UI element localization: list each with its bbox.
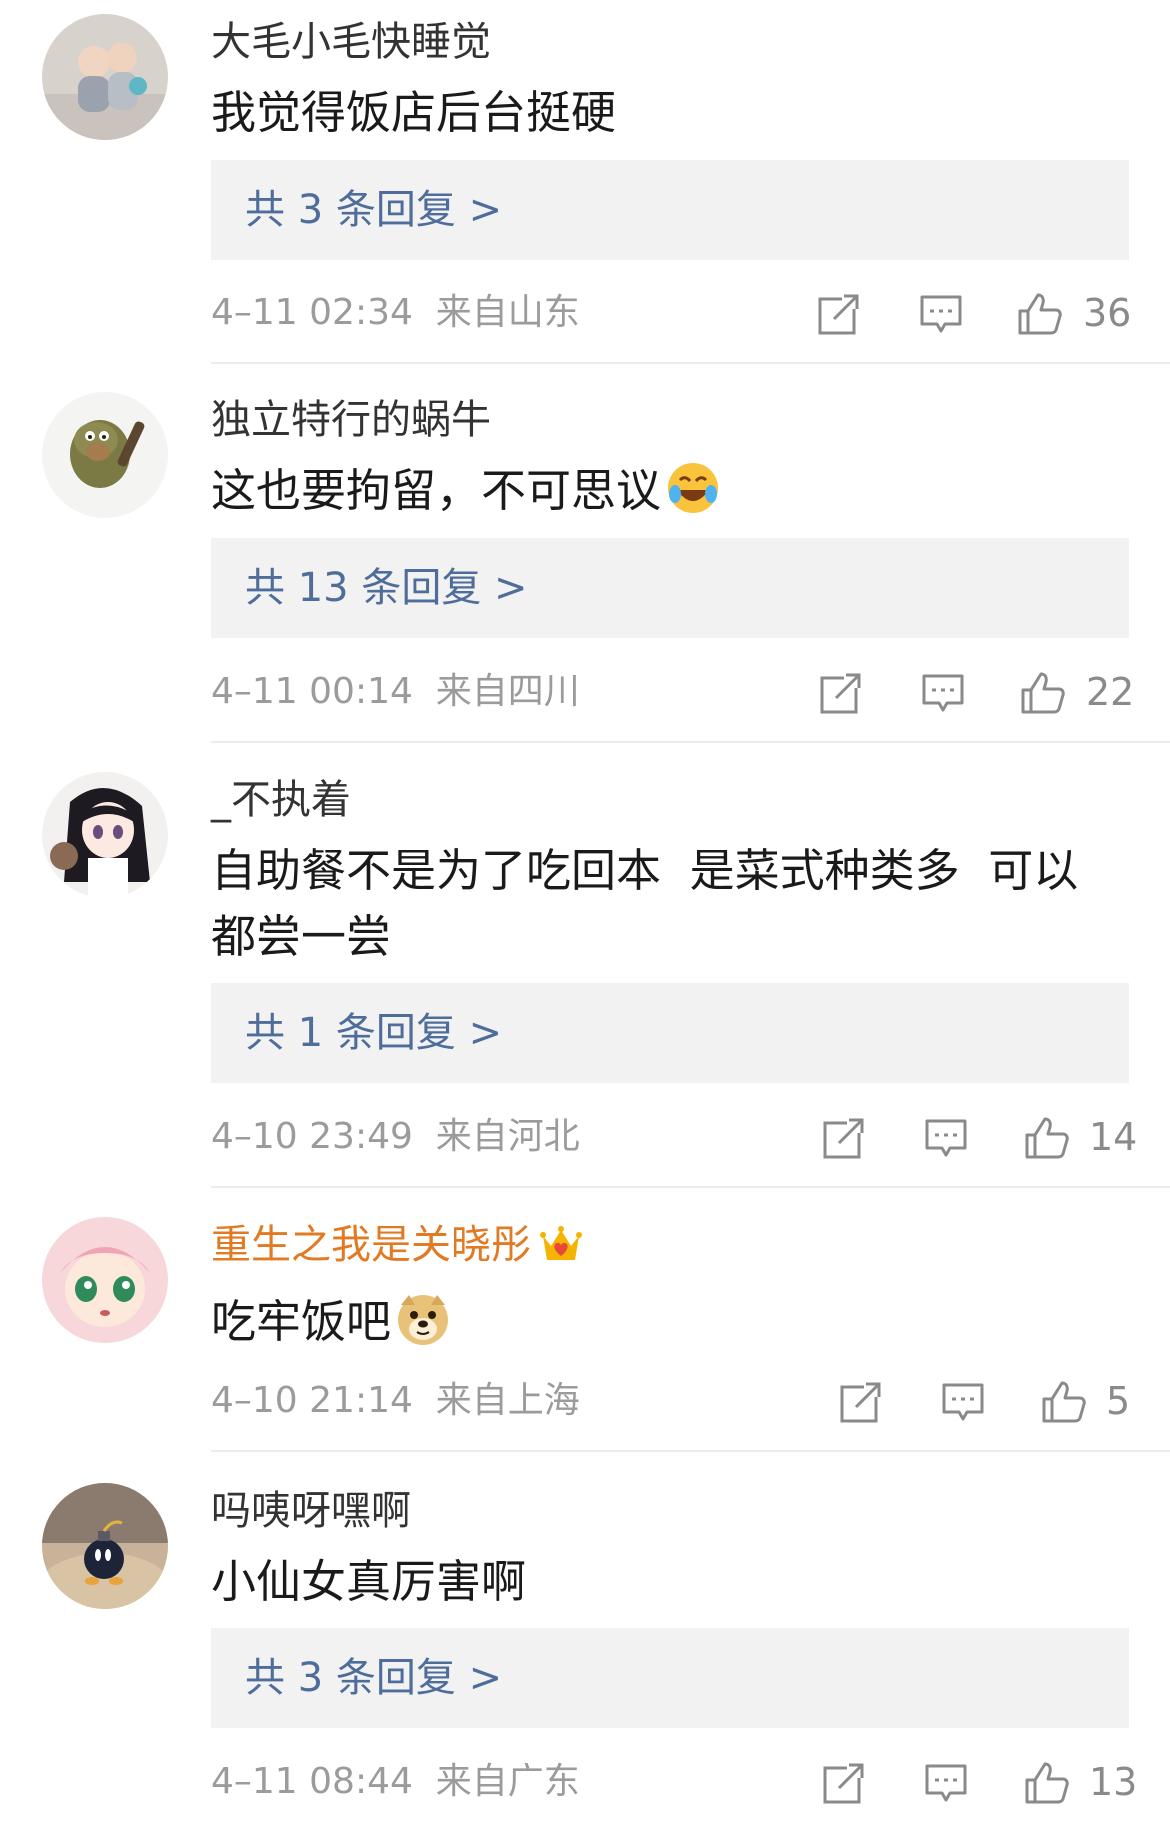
like-count: 36 — [1083, 291, 1132, 335]
comment-text: 小仙女真厉害啊 — [211, 1555, 527, 1608]
caveman-cartoon-avatar-icon — [42, 392, 168, 518]
avatar[interactable] — [42, 392, 168, 518]
comment-meta: 4–10 21:14 来自上海 5 — [211, 1371, 1131, 1431]
username[interactable]: 吗咦呀嘿啊 — [211, 1487, 1128, 1535]
like-count: 13 — [1089, 1760, 1138, 1804]
comment-meta: 4–11 08:44 来自广东 13 — [211, 1752, 1137, 1812]
timestamp-location: 4–11 02:34 来自山东 — [211, 283, 580, 343]
location: 来自河北 — [435, 1116, 580, 1157]
anime-girl-avatar-icon — [42, 772, 168, 898]
timestamp: 4–11 08:44 — [211, 1761, 413, 1802]
like-count: 5 — [1106, 1379, 1131, 1423]
pink-hair-anime-avatar-icon — [42, 1217, 168, 1343]
doge-emoji-icon — [395, 1291, 451, 1365]
timestamp-location: 4–10 23:49 来自河北 — [211, 1107, 580, 1167]
timestamp-location: 4–11 08:44 来自广东 — [211, 1752, 580, 1812]
location: 来自上海 — [435, 1380, 580, 1421]
avatar[interactable] — [42, 1483, 168, 1609]
thumbs-up-icon[interactable] — [1023, 1115, 1069, 1161]
share-icon[interactable] — [821, 1115, 867, 1161]
thumbs-up-icon[interactable] — [1040, 1379, 1086, 1425]
timestamp: 4–11 00:14 — [211, 671, 413, 712]
replies-link[interactable]: 共 3 条回复 > — [211, 160, 1129, 260]
comment-meta: 4–11 00:14 来自四川 22 — [211, 662, 1134, 722]
avatar[interactable] — [42, 14, 168, 140]
timestamp-location: 4–11 00:14 来自四川 — [211, 662, 580, 722]
replies-link[interactable]: 共 1 条回复 > — [211, 983, 1129, 1083]
comment-icon[interactable] — [920, 670, 966, 716]
replies-link[interactable]: 共 13 条回复 > — [211, 538, 1129, 638]
comment-meta: 4–10 23:49 来自河北 14 — [211, 1107, 1137, 1167]
thumbs-up-icon[interactable] — [1016, 291, 1062, 337]
laugh-cry-emoji-icon — [665, 460, 721, 534]
divider — [211, 1450, 1170, 1452]
comment-icon[interactable] — [923, 1760, 969, 1806]
thumbs-up-icon[interactable] — [1023, 1760, 1069, 1806]
share-icon[interactable] — [818, 670, 864, 716]
comment-text: 吃牢饭吧 — [211, 1295, 392, 1348]
replies-link[interactable]: 共 3 条回复 > — [211, 1628, 1129, 1728]
avatar[interactable] — [42, 1217, 168, 1343]
crown-heart-icon — [539, 1224, 583, 1275]
comment-icon[interactable] — [923, 1115, 969, 1161]
like-count: 14 — [1089, 1115, 1138, 1159]
bomb-character-avatar-icon — [42, 1483, 168, 1609]
username[interactable]: 大毛小毛快睡觉 — [211, 18, 1128, 66]
location: 来自四川 — [435, 671, 580, 712]
comment-icon[interactable] — [940, 1379, 986, 1425]
username[interactable]: 独立特行的蜗牛 — [211, 396, 1128, 444]
divider — [211, 362, 1170, 364]
timestamp: 4–10 23:49 — [211, 1116, 413, 1157]
username[interactable]: _不执着 — [211, 776, 1080, 824]
username[interactable]: 重生之我是关晓彤 — [211, 1222, 531, 1268]
divider — [211, 1186, 1170, 1188]
timestamp: 4–11 02:34 — [211, 292, 413, 333]
location: 来自广东 — [435, 1761, 580, 1802]
timestamp-location: 4–10 21:14 来自上海 — [211, 1371, 580, 1431]
comment-text: 我觉得饭店后台挺硬 — [211, 86, 617, 139]
baby-photo-avatar-icon — [42, 14, 168, 140]
comment-text: 这也要拘留，不可思议 — [211, 464, 662, 517]
location: 来自山东 — [435, 292, 580, 333]
comment-text-row: 这也要拘留，不可思议 — [211, 458, 1128, 534]
comment-meta: 4–11 02:34 来自山东 36 — [211, 283, 1132, 343]
share-icon[interactable] — [816, 291, 862, 337]
comment-text-row: 吃牢饭吧 — [211, 1289, 1128, 1365]
timestamp: 4–10 21:14 — [211, 1380, 413, 1421]
username-row: 重生之我是关晓彤 — [211, 1221, 1128, 1275]
avatar[interactable] — [42, 772, 168, 898]
comment-icon[interactable] — [918, 291, 964, 337]
divider — [211, 741, 1170, 743]
share-icon[interactable] — [821, 1760, 867, 1806]
comment-text: 自助餐不是为了吃回本 是菜式种类多 可以都尝一尝 — [211, 844, 1079, 963]
thumbs-up-icon[interactable] — [1019, 670, 1065, 716]
share-icon[interactable] — [838, 1379, 884, 1425]
like-count: 22 — [1086, 670, 1135, 714]
